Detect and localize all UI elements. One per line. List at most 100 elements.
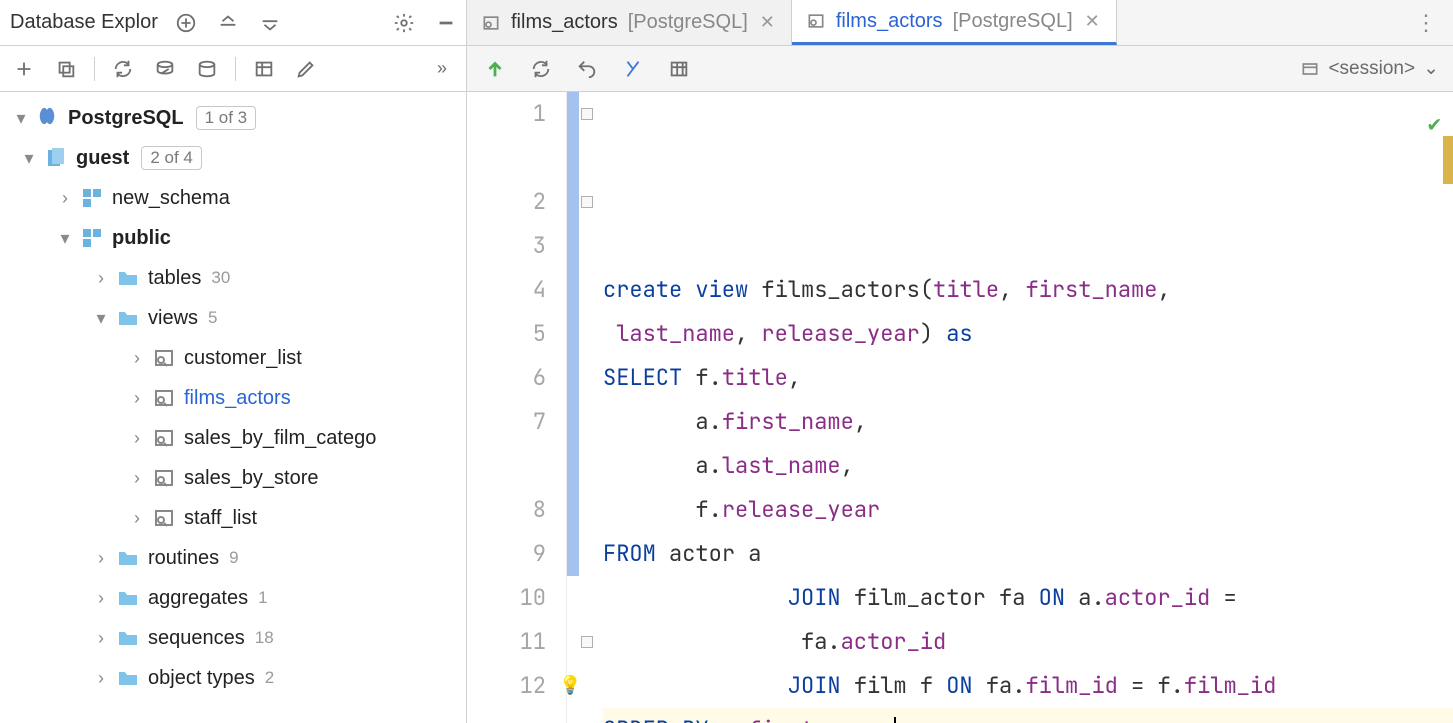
chevron-down-icon: ⌄ bbox=[1423, 57, 1439, 80]
tree-db-badge: 2 of 4 bbox=[141, 146, 202, 170]
tree-schema-new[interactable]: › new_schema bbox=[0, 178, 466, 218]
view-icon bbox=[152, 466, 176, 490]
collapse-all-icon[interactable] bbox=[214, 9, 242, 37]
fold-toggle-icon[interactable] bbox=[581, 196, 593, 208]
new-icon[interactable] bbox=[10, 55, 38, 83]
tree-folder-object-types[interactable]: › object types 2 bbox=[0, 658, 466, 698]
tree-view-item[interactable]: › sales_by_film_catego bbox=[0, 418, 466, 458]
rollback-icon[interactable] bbox=[573, 55, 601, 83]
chevron-right-icon[interactable]: › bbox=[128, 429, 146, 447]
tree-folder-routines[interactable]: › routines 9 bbox=[0, 538, 466, 578]
tree-folder-count: 1 bbox=[258, 588, 267, 608]
upload-icon[interactable] bbox=[481, 55, 509, 83]
database-explorer-panel: Database Explor » ▾ PostgreSQ bbox=[0, 0, 467, 723]
schema-icon bbox=[80, 226, 104, 250]
more-icon[interactable]: » bbox=[428, 55, 456, 83]
editor-tab[interactable]: films_actors[PostgreSQL]✕ bbox=[467, 0, 792, 45]
folder-icon bbox=[116, 546, 140, 570]
view-icon bbox=[152, 346, 176, 370]
session-selector[interactable]: <session> ⌄ bbox=[1300, 57, 1439, 80]
database-icon bbox=[44, 146, 68, 170]
tree-view-label: sales_by_film_catego bbox=[184, 427, 376, 450]
tab-label: films_actors bbox=[836, 10, 943, 33]
chevron-down-icon[interactable]: ▾ bbox=[56, 229, 74, 247]
fold-toggle-icon[interactable] bbox=[581, 108, 593, 120]
tree-root-postgresql[interactable]: ▾ PostgreSQL 1 of 3 bbox=[0, 98, 466, 138]
tree-folder-aggregates[interactable]: › aggregates 1 bbox=[0, 578, 466, 618]
tree-schema-public[interactable]: ▾ public bbox=[0, 218, 466, 258]
edit-icon[interactable] bbox=[292, 55, 320, 83]
editor-toolbar: <session> ⌄ bbox=[467, 46, 1453, 92]
tree-db-guest[interactable]: ▾ guest 2 of 4 bbox=[0, 138, 466, 178]
database-tree[interactable]: ▾ PostgreSQL 1 of 3 ▾ guest 2 of 4 › new… bbox=[0, 92, 466, 723]
chevron-right-icon[interactable]: › bbox=[128, 469, 146, 487]
schema-icon bbox=[80, 186, 104, 210]
expand-all-icon[interactable] bbox=[256, 9, 284, 37]
table-view-icon[interactable] bbox=[665, 55, 693, 83]
tree-folder-label: tables bbox=[148, 267, 201, 290]
code-area[interactable]: ✔ create view films_actors(title, first_… bbox=[597, 92, 1453, 723]
tab-context: [PostgreSQL] bbox=[628, 11, 748, 34]
tree-db-label: guest bbox=[76, 147, 129, 170]
tree-view-item[interactable]: › sales_by_store bbox=[0, 458, 466, 498]
view-icon bbox=[481, 13, 501, 33]
chevron-right-icon[interactable]: › bbox=[92, 269, 110, 287]
sidebar-title: Database Explor bbox=[10, 11, 158, 34]
code-editor[interactable]: 123456789101112 ✔ create view films_acto… bbox=[467, 92, 1453, 723]
chevron-right-icon[interactable]: › bbox=[92, 669, 110, 687]
tree-folder-label: views bbox=[148, 307, 198, 330]
refresh-icon[interactable] bbox=[109, 55, 137, 83]
tree-schema-label: new_schema bbox=[112, 187, 230, 210]
table-icon[interactable] bbox=[250, 55, 278, 83]
chevron-right-icon[interactable]: › bbox=[128, 389, 146, 407]
chevron-right-icon[interactable]: › bbox=[92, 629, 110, 647]
tree-folder-count: 18 bbox=[255, 628, 274, 648]
tabbar-more-icon[interactable]: ⋮ bbox=[1399, 10, 1453, 36]
minimize-icon[interactable] bbox=[432, 9, 460, 37]
view-icon bbox=[152, 386, 176, 410]
warning-stripe[interactable] bbox=[1443, 136, 1453, 184]
tree-root-badge: 1 of 3 bbox=[196, 106, 257, 130]
chevron-right-icon[interactable]: › bbox=[92, 549, 110, 567]
close-icon[interactable]: ✕ bbox=[758, 12, 777, 33]
tree-view-label: sales_by_store bbox=[184, 467, 319, 490]
merge-icon[interactable] bbox=[619, 55, 647, 83]
tree-view-label: customer_list bbox=[184, 347, 302, 370]
view-icon bbox=[152, 426, 176, 450]
refresh-icon[interactable] bbox=[527, 55, 555, 83]
settings-icon[interactable] bbox=[390, 9, 418, 37]
tree-view-item[interactable]: › films_actors bbox=[0, 378, 466, 418]
fold-column[interactable] bbox=[579, 92, 597, 723]
tree-view-item[interactable]: › staff_list bbox=[0, 498, 466, 538]
editor-panel: films_actors[PostgreSQL]✕films_actors[Po… bbox=[467, 0, 1453, 723]
tree-view-label: films_actors bbox=[184, 387, 291, 410]
chevron-down-icon[interactable]: ▾ bbox=[12, 109, 30, 127]
close-icon[interactable]: ✕ bbox=[1083, 11, 1102, 32]
disconnect-icon[interactable] bbox=[193, 55, 221, 83]
tree-view-label: staff_list bbox=[184, 507, 257, 530]
chevron-right-icon[interactable]: › bbox=[92, 589, 110, 607]
tree-folder-label: object types bbox=[148, 667, 255, 690]
add-datasource-icon[interactable] bbox=[172, 9, 200, 37]
line-gutter: 123456789101112 bbox=[467, 92, 567, 723]
fold-toggle-icon[interactable] bbox=[581, 636, 593, 648]
tree-root-label: PostgreSQL bbox=[68, 107, 184, 130]
chevron-right-icon[interactable]: › bbox=[128, 509, 146, 527]
selection-column bbox=[567, 92, 579, 723]
chevron-right-icon[interactable]: › bbox=[56, 189, 74, 207]
tree-folder-tables[interactable]: › tables 30 bbox=[0, 258, 466, 298]
sidebar-toolbar: » bbox=[0, 46, 466, 92]
session-label: <session> bbox=[1328, 58, 1415, 80]
duplicate-icon[interactable] bbox=[52, 55, 80, 83]
tree-folder-sequences[interactable]: › sequences 18 bbox=[0, 618, 466, 658]
tree-view-item[interactable]: › customer_list bbox=[0, 338, 466, 378]
stop-icon[interactable] bbox=[151, 55, 179, 83]
chevron-down-icon[interactable]: ▾ bbox=[92, 309, 110, 327]
chevron-right-icon[interactable]: › bbox=[128, 349, 146, 367]
chevron-down-icon[interactable]: ▾ bbox=[20, 149, 38, 167]
intention-bulb-icon[interactable]: 💡 bbox=[559, 664, 581, 708]
tree-folder-count: 9 bbox=[229, 548, 238, 568]
tree-folder-views[interactable]: ▾ views 5 bbox=[0, 298, 466, 338]
editor-tab[interactable]: films_actors [PostgreSQL] ✕ bbox=[792, 0, 1117, 45]
tab-context: [PostgreSQL] bbox=[953, 10, 1073, 33]
